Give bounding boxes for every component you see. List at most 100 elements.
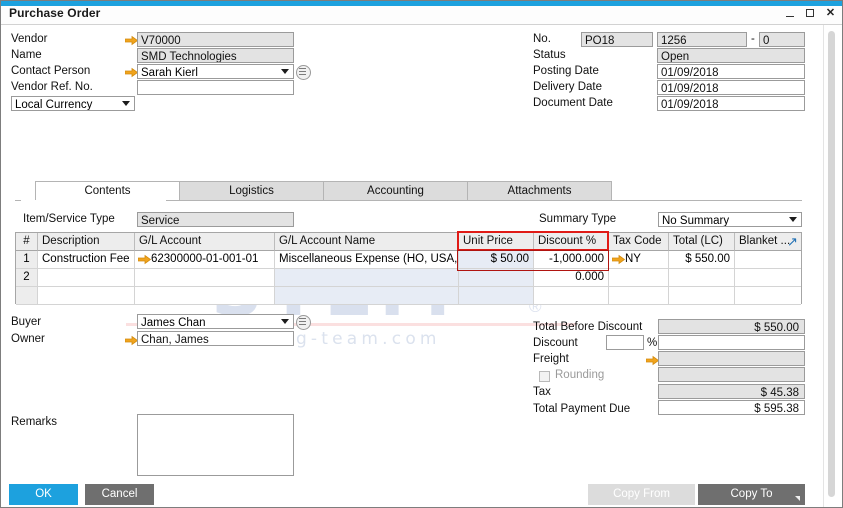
remarks-label: Remarks [11,416,58,428]
tax-label: Tax [533,386,551,398]
table-row-blanket[interactable] [735,251,801,269]
title-divider [1,24,842,25]
copy-to-button[interactable]: Copy To [698,484,805,505]
contact-person-value: Sarah Kierl [141,67,198,79]
chevron-down-icon [281,69,289,74]
tab-attachments-label: Attachments [507,185,572,197]
tab-accounting-label: Accounting [367,185,424,197]
table-row-description[interactable]: Construction Fee [38,251,135,269]
document-no-label: No. [533,33,551,45]
scrollbar-thumb[interactable] [828,31,835,497]
chevron-down-icon [281,319,289,324]
document-series-field[interactable]: PO18 [581,32,653,47]
tax-code-link-arrow-icon[interactable] [612,254,625,265]
currency-dropdown[interactable]: Local Currency [11,96,135,111]
table-row-description[interactable] [38,287,135,305]
table-row-gl-account-name[interactable] [275,287,459,305]
table-row-blanket[interactable] [735,287,801,305]
table-row-num[interactable]: 1 [16,251,38,269]
purchase-order-window: Purchase Order ✕ Vendor V70000 Name SMD … [0,0,843,508]
currency-value: Local Currency [15,99,93,111]
name-label: Name [11,49,42,61]
table-row-num[interactable] [16,287,38,305]
copy-to-label: Copy To [730,488,773,500]
contact-person-dropdown[interactable]: Sarah Kierl [137,64,294,79]
document-no-suffix-field[interactable]: 0 [759,32,805,47]
table-row-unit-price[interactable] [459,287,534,305]
table-row-unit-price[interactable] [459,269,534,287]
table-row-tax-code[interactable] [609,269,669,287]
item-service-type-field[interactable]: Service [137,212,294,227]
tab-accounting[interactable]: Accounting [323,181,468,201]
table-row-discount-pct[interactable] [534,287,609,305]
chevron-down-icon [789,217,797,222]
tab-active-notch [21,200,166,201]
remarks-textarea[interactable] [137,414,294,476]
rounding-field [658,367,805,382]
owner-field[interactable]: Chan, James [137,331,294,346]
highlight-box-columns [457,231,609,251]
tab-contents[interactable]: Contents [35,181,180,201]
total-payment-due-field: $ 595.38 [658,400,805,415]
status-label: Status [533,49,566,61]
table-row-gl-account[interactable] [135,269,275,287]
tab-attachments[interactable]: Attachments [467,181,612,201]
grid-header-gl-account[interactable]: G/L Account [135,233,275,251]
table-row-tax-code[interactable] [609,287,669,305]
grid-header-description[interactable]: Description [38,233,135,251]
table-row-discount-pct[interactable]: 0.000 [534,269,609,287]
table-row-gl-account-name[interactable] [275,269,459,287]
table-row-total-lc[interactable] [669,287,735,305]
vertical-scrollbar[interactable] [828,31,835,501]
highlight-box-values [457,250,609,271]
delivery-date-field[interactable]: 01/09/2018 [657,80,805,95]
table-row-total-lc[interactable] [669,269,735,287]
item-service-type-label: Item/Service Type [23,213,115,225]
close-icon[interactable]: ✕ [825,7,836,20]
discount-percent-sign: % [647,337,658,349]
freight-field[interactable] [658,351,805,366]
chevron-down-icon [122,101,130,106]
discount-amount-field[interactable] [658,335,805,350]
tab-logistics[interactable]: Logistics [179,181,324,201]
posting-date-field[interactable]: 01/09/2018 [657,64,805,79]
table-row-description[interactable] [38,269,135,287]
table-row-num[interactable]: 2 [16,269,38,287]
rounding-checkbox [539,371,550,382]
tab-bar: Contents Logistics Accounting Attachment… [15,181,802,201]
tax-field: $ 45.38 [658,384,805,399]
discount-percent-field[interactable] [606,335,644,350]
document-date-field[interactable]: 01/09/2018 [657,96,805,111]
tab-contents-label: Contents [84,185,131,197]
table-row-gl-account-name[interactable]: Miscellaneous Expense (HO, USA, GA) [275,251,459,269]
summary-type-dropdown[interactable]: No Summary [658,212,802,227]
posting-date-label: Posting Date [533,65,599,77]
buyer-value: James Chan [141,317,206,329]
status-field[interactable]: Open [657,48,805,63]
table-row-gl-account[interactable] [135,287,275,305]
minimize-icon[interactable] [785,7,796,20]
gl-account-link-arrow-icon[interactable] [138,254,151,265]
vendor-ref-no-field[interactable] [137,80,294,95]
expand-grid-icon[interactable]: ↗ [786,235,799,248]
table-row-total-lc[interactable]: $ 550.00 [669,251,735,269]
ok-button[interactable]: OK [9,484,78,505]
grid-header-num[interactable]: # [16,233,38,251]
buyer-label: Buyer [11,316,42,328]
contact-person-choose-button[interactable] [296,65,311,80]
maximize-icon[interactable] [805,7,816,20]
vendor-code-field[interactable]: V70000 [137,32,294,47]
title-bar [1,6,842,24]
buyer-dropdown[interactable]: James Chan [137,314,294,329]
document-date-label: Document Date [533,97,613,109]
vendor-name-field[interactable]: SMD Technologies [137,48,294,63]
grid-header-gl-account-name[interactable]: G/L Account Name [275,233,459,251]
grid-header-tax-code[interactable]: Tax Code [609,233,669,251]
total-payment-due-label: Total Payment Due [533,403,631,415]
table-row-gl-account[interactable]: 62300000-01-001-01 [135,251,275,269]
buyer-choose-button[interactable] [296,315,311,330]
document-number-field[interactable]: 1256 [657,32,747,47]
grid-header-total-lc[interactable]: Total (LC) [669,233,735,251]
table-row-blanket[interactable] [735,269,801,287]
cancel-button[interactable]: Cancel [85,484,154,505]
